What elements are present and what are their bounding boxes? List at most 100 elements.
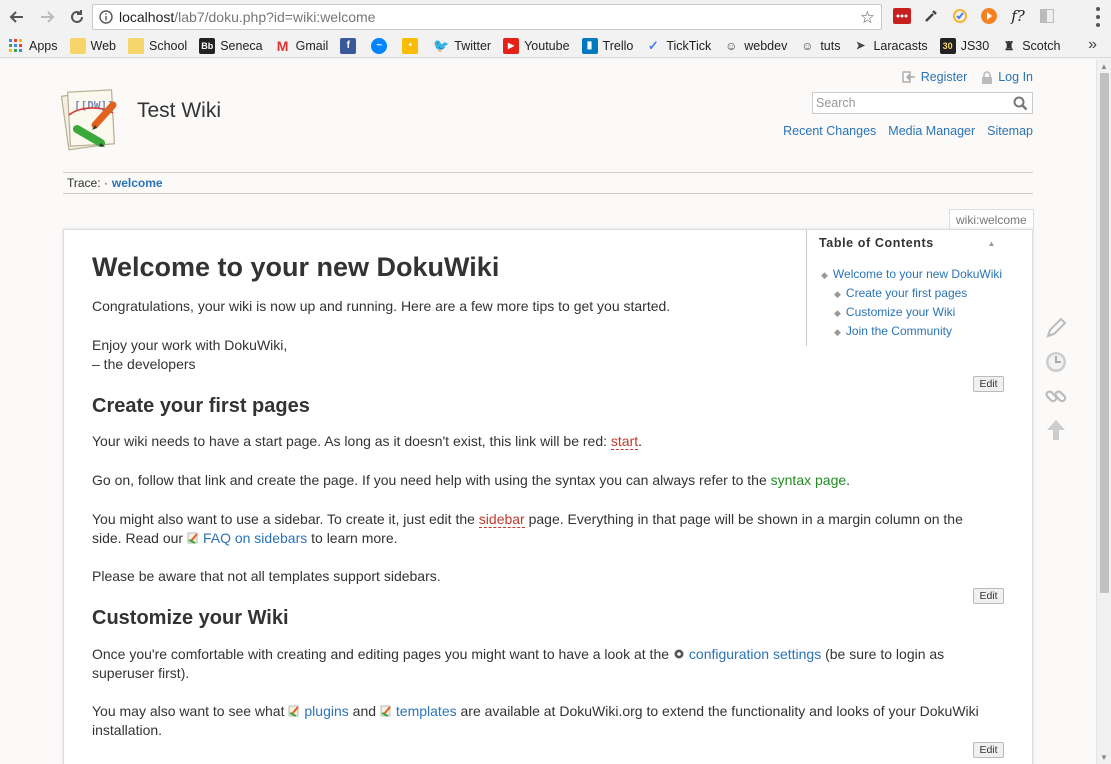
page-id-tab: wiki:welcome (949, 209, 1034, 230)
text: Once you're comfortable with creating an… (92, 646, 673, 662)
faq-sidebars-link[interactable]: FAQ on sidebars (203, 530, 307, 546)
folder-icon (127, 37, 144, 54)
bookmark-scotch[interactable]: ♜ Scotch (1001, 38, 1061, 54)
bookmark-label: Seneca (220, 38, 263, 53)
eyedropper-icon[interactable] (921, 6, 941, 26)
edit-pencil-icon[interactable] (1043, 315, 1069, 341)
media-manager-link[interactable]: Media Manager (888, 124, 975, 138)
login-link[interactable]: Log In (981, 70, 1033, 84)
bookmark-webdev[interactable]: ☺ webdev (723, 38, 787, 54)
url-text: localhost/lab7/doku.php?id=wiki:welcome (119, 9, 375, 25)
start-link[interactable]: start (610, 433, 639, 450)
old-revisions-clock-icon[interactable] (1043, 349, 1069, 375)
dokuwiki-link-icon (288, 705, 300, 717)
configuration-settings-link[interactable]: configuration settings (689, 646, 821, 662)
bookmark-gmail[interactable]: M Gmail (275, 38, 329, 54)
bookmarks-overflow-icon[interactable]: » (1088, 36, 1097, 54)
bookmark-label: School (148, 38, 188, 53)
back-to-top-arrow-icon[interactable] (1043, 417, 1069, 443)
trace-label: Trace: · (67, 176, 108, 190)
play-icon[interactable] (979, 6, 999, 26)
text: You may also want to see what (92, 703, 289, 719)
js30-icon: 30 (939, 37, 956, 54)
templates-link[interactable]: templates (396, 703, 457, 719)
info-icon[interactable] (93, 10, 119, 24)
function-icon[interactable]: f? (1008, 6, 1028, 26)
bookmark-keep[interactable]: • (402, 37, 423, 54)
scroll-up-icon[interactable]: ▲ (1100, 62, 1108, 71)
page-scrollbar[interactable]: ▲ ▼ (1096, 59, 1111, 764)
bookmark-seneca[interactable]: Bb Seneca (199, 37, 263, 54)
signoff-author: – the developers (92, 356, 196, 372)
bookmarks-bar: Apps Web School Bb Seneca M Gmail f ~ • 🐦 T… (0, 34, 1111, 58)
search-icon[interactable] (1013, 96, 1028, 111)
plugins-paragraph: You may also want to see what plugins an… (92, 702, 992, 740)
scrollbar-thumb[interactable] (1100, 73, 1109, 593)
gmail-icon: M (276, 37, 289, 54)
edit-button[interactable]: Edit (973, 376, 1004, 392)
toc-title: Table of Contents (819, 236, 934, 250)
bookmark-facebook[interactable]: f (340, 37, 361, 54)
toc-header[interactable]: Table of Contents ▲ (807, 230, 1004, 250)
bookmark-ticktick[interactable]: ✓ TickTick (645, 38, 711, 54)
bookmark-messenger[interactable]: ~ (371, 37, 392, 54)
register-icon (901, 71, 915, 83)
reddit-icon: ☺ (801, 38, 814, 53)
sidebar-link[interactable]: sidebar (478, 511, 525, 528)
collapse-triangle-icon[interactable]: ▲ (987, 239, 996, 248)
trello-icon: ▮ (581, 37, 598, 54)
recent-changes-link[interactable]: Recent Changes (783, 124, 876, 138)
reload-icon[interactable] (64, 4, 90, 30)
dokuwiki-link-icon (187, 532, 198, 544)
text: and (348, 703, 380, 719)
bookmark-label: Scotch (1022, 38, 1061, 53)
bookmark-tuts[interactable]: ☺ tuts (799, 38, 840, 54)
bookmark-trello[interactable]: ▮ Trello (581, 37, 633, 54)
search-input[interactable] (813, 93, 1008, 113)
syntax-link[interactable]: syntax page (771, 472, 847, 488)
text: . (638, 433, 643, 449)
ticktick-icon: ✓ (647, 37, 659, 53)
panel-icon[interactable] (1037, 6, 1057, 26)
browser-menu-icon[interactable] (1095, 7, 1101, 27)
bookmark-school[interactable]: School (127, 37, 188, 54)
lastpass-icon[interactable] (892, 6, 912, 26)
trace-current-link[interactable]: welcome (112, 176, 163, 190)
search-box (812, 92, 1033, 114)
twitter-icon: 🐦 (433, 37, 450, 53)
backlinks-chain-icon[interactable] (1043, 383, 1069, 409)
bookmark-label: JS30 (960, 38, 990, 53)
bookmark-twitter[interactable]: 🐦 Twitter (433, 38, 491, 54)
sidebar-paragraph: You might also want to use a sidebar. To… (92, 510, 992, 548)
wiki-title[interactable]: Test Wiki (137, 99, 221, 123)
address-bar[interactable]: localhost/lab7/doku.php?id=wiki:welcome … (92, 4, 882, 30)
dokuwiki-logo[interactable]: [[DW]] (60, 85, 129, 153)
page-title: Welcome to your new DokuWiki (92, 252, 500, 282)
site-tools: Recent Changes Media Manager Sitemap (783, 124, 1033, 138)
scroll-down-icon[interactable]: ▼ (1100, 753, 1108, 762)
url-path: /lab7/doku.php?id=wiki:welcome (174, 9, 376, 25)
config-link-icon (674, 649, 684, 659)
bookmark-web[interactable]: Web (69, 37, 116, 54)
bookmark-js30[interactable]: 30 JS30 (939, 37, 990, 54)
plugins-link[interactable]: plugins (304, 703, 348, 719)
back-icon[interactable] (4, 4, 30, 30)
bookmark-star-icon[interactable]: ☆ (860, 8, 875, 28)
toc-item[interactable]: ◆ Welcome to your new DokuWiki (821, 265, 1004, 284)
extension-icons: f? (892, 6, 1057, 26)
bookmark-apps[interactable]: Apps (8, 38, 58, 54)
signoff-line: Enjoy your work with DokuWiki, (92, 337, 288, 353)
bookmark-laracasts[interactable]: ➤ Laracasts (852, 38, 928, 54)
bookmark-youtube[interactable]: ▶ Youtube (503, 37, 570, 54)
laracasts-icon: ➤ (855, 40, 866, 52)
edit-button[interactable]: Edit (973, 588, 1004, 604)
register-link[interactable]: Register (901, 70, 967, 84)
page-tools (1043, 315, 1069, 443)
section-heading: Customize your Wiki (92, 607, 289, 629)
sitemap-link[interactable]: Sitemap (987, 124, 1033, 138)
syntax-paragraph: Go on, follow that link and create the p… (92, 471, 992, 490)
trace-label-text: Trace: (67, 176, 101, 190)
forward-icon[interactable] (34, 4, 60, 30)
ticktick-icon[interactable] (950, 6, 970, 26)
edit-button[interactable]: Edit (973, 742, 1004, 758)
